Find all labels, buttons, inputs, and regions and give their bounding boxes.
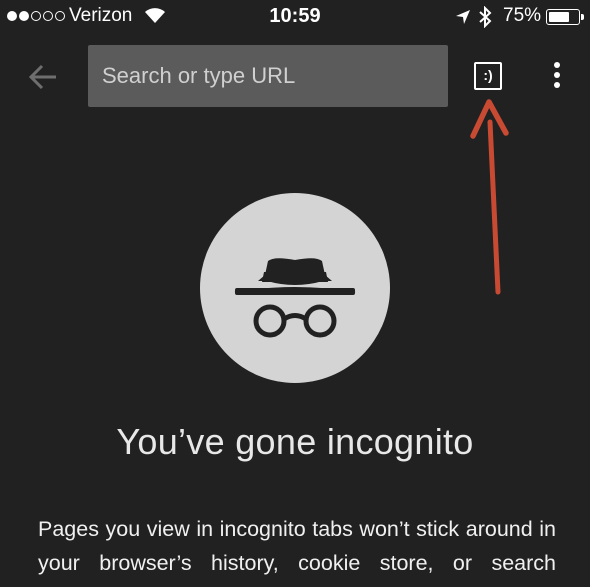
bluetooth-icon <box>479 6 492 28</box>
incognito-headline: You’ve gone incognito <box>116 421 474 462</box>
annotation-arrow <box>470 99 509 295</box>
more-menu-icon[interactable] <box>545 62 569 92</box>
battery-level-fill <box>549 12 569 22</box>
incognito-icon-circle <box>200 193 390 383</box>
status-time: 10:59 <box>269 5 321 27</box>
tab-switcher-button[interactable]: :) <box>474 62 502 90</box>
location-arrow-icon <box>456 10 470 24</box>
status-bar: Verizon 10:59 75% <box>0 0 590 36</box>
incognito-description: Pages you view in incognito tabs won’t s… <box>38 517 556 575</box>
back-arrow-icon[interactable] <box>27 62 59 92</box>
incognito-spy-icon <box>234 258 356 338</box>
search-input[interactable] <box>88 45 448 107</box>
battery-percent: 75% <box>503 5 542 26</box>
battery-icon <box>546 9 580 25</box>
battery-terminal <box>581 14 584 20</box>
